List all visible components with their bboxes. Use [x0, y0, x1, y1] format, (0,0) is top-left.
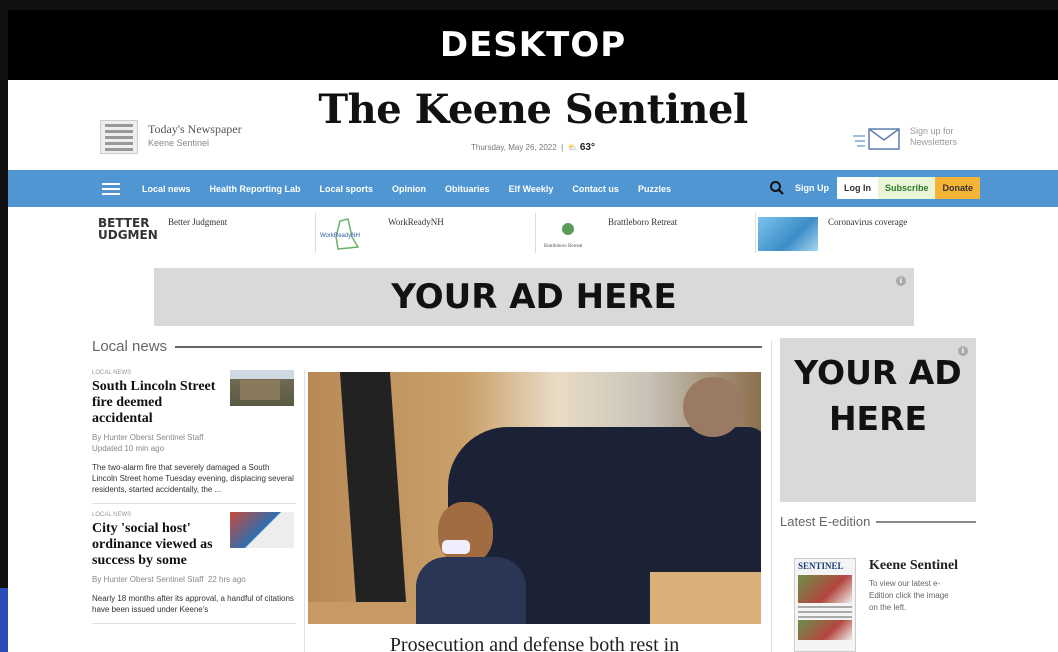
local-news-list: LOCAL NEWS South Lincoln Street fire dee…: [92, 370, 296, 632]
lead-story-headline[interactable]: Prosecution and defense both rest in: [308, 634, 761, 652]
featured-item-brattleboro-retreat[interactable]: Brattleboro Retreat Brattleboro Retreat: [536, 213, 756, 253]
workreadynh-logo: WorkReadyNH: [320, 218, 360, 250]
story-byline: By Hunter Oberst Sentinel Staff 22 hrs a…: [92, 574, 296, 585]
nav-local-sports[interactable]: Local sports: [320, 184, 374, 194]
story-thumbnail[interactable]: [230, 370, 294, 406]
featured-label[interactable]: Better Judgment: [168, 217, 227, 227]
nav-elf-weekly[interactable]: Elf Weekly: [509, 184, 554, 194]
column-divider: [304, 370, 305, 652]
story-headline[interactable]: South Lincoln Street fire deemed acciden…: [92, 379, 216, 427]
better-judgment-logo: BETTER UDGMEN: [98, 216, 158, 242]
eedition-title[interactable]: Keene Sentinel: [869, 558, 958, 574]
nav-health-reporting-lab[interactable]: Health Reporting Lab: [210, 184, 301, 194]
coronavirus-image: [758, 217, 818, 251]
featured-item-coronavirus[interactable]: Coronavirus coverage: [756, 213, 976, 253]
ad-info-icon[interactable]: i: [958, 346, 968, 356]
ad-info-icon[interactable]: i: [896, 276, 906, 286]
eedition-heading: Latest E-edition: [780, 514, 976, 529]
svg-text:Brattleboro Retreat: Brattleboro Retreat: [544, 244, 583, 249]
menu-icon[interactable]: [102, 182, 120, 195]
ad-text: YOUR AD HERE: [794, 353, 962, 438]
section-title[interactable]: Local news: [92, 338, 167, 355]
featured-label[interactable]: Brattleboro Retreat: [608, 217, 677, 227]
envelope-icon[interactable]: [853, 126, 903, 152]
nav-actions: Sign Up Log In Subscribe Donate: [769, 177, 980, 199]
story-updated: 22 hrs ago: [207, 575, 246, 584]
log-in-button[interactable]: Log In: [836, 177, 878, 199]
desktop-banner: DESKTOP: [8, 10, 1058, 80]
story-summary: The two-alarm fire that severely damaged…: [92, 463, 294, 494]
local-news-heading: Local news: [92, 338, 762, 355]
column-divider: [771, 340, 772, 652]
story-updated: Updated 10 min ago: [92, 444, 165, 453]
section-rule: [876, 520, 976, 523]
temperature: 63°: [579, 142, 595, 153]
lead-story-photo[interactable]: [308, 372, 761, 624]
story-item[interactable]: LOCAL NEWS South Lincoln Street fire dee…: [92, 370, 296, 504]
newsletter-signup-link[interactable]: Sign up for Newsletters: [910, 126, 980, 148]
eedition-thumbnail[interactable]: SENTINEL: [794, 558, 856, 652]
nav-local-news[interactable]: Local news: [142, 184, 191, 194]
search-icon[interactable]: [769, 180, 785, 196]
brattleboro-retreat-logo: Brattleboro Retreat: [544, 223, 583, 249]
box-ad[interactable]: YOUR AD HERE i: [780, 338, 976, 502]
current-date: Thursday, May 26, 2022: [471, 143, 557, 152]
svg-text:WorkReadyNH: WorkReadyNH: [320, 233, 360, 239]
nav-opinion[interactable]: Opinion: [392, 184, 426, 194]
ad-text: YOUR AD HERE: [391, 277, 677, 317]
story-byline: By Hunter Oberst Sentinel Staff: [92, 433, 204, 442]
featured-item-workreadynh[interactable]: WorkReadyNH WorkReadyNH: [316, 213, 536, 253]
featured-item-better-judgment[interactable]: BETTER UDGMEN Better Judgment: [96, 213, 316, 253]
section-rule: [175, 345, 762, 348]
featured-label[interactable]: WorkReadyNH: [388, 217, 444, 227]
nav-puzzles[interactable]: Puzzles: [638, 184, 671, 194]
page: Today's Newspaper Keene Sentinel The Kee…: [8, 80, 1058, 652]
story-summary: Nearly 18 months after its approval, a h…: [92, 594, 294, 614]
featured-label[interactable]: Coronavirus coverage: [828, 217, 907, 227]
weather-icon: ⛅: [567, 143, 578, 152]
sign-up-link[interactable]: Sign Up: [795, 183, 829, 193]
eedition-description: To view our latest e-Edition click the i…: [869, 579, 949, 612]
donate-button[interactable]: Donate: [935, 177, 980, 199]
section-title[interactable]: Latest E-edition: [780, 514, 870, 529]
featured-strip: BETTER UDGMEN Better Judgment WorkReadyN…: [96, 213, 976, 253]
story-headline[interactable]: City 'social host' ordinance viewed as s…: [92, 521, 218, 569]
story-item[interactable]: LOCAL NEWS City 'social host' ordinance …: [92, 512, 296, 624]
main-nav: Local news Health Reporting Lab Local sp…: [8, 170, 1058, 207]
edge-decoration: [0, 588, 8, 652]
story-thumbnail[interactable]: [230, 512, 294, 548]
nav-contact-us[interactable]: Contact us: [572, 184, 619, 194]
story-author: By Hunter Oberst Sentinel Staff: [92, 575, 204, 584]
eedition-thumb-masthead: SENTINEL: [798, 561, 844, 571]
nav-obituaries[interactable]: Obituaries: [445, 184, 490, 194]
leaderboard-ad[interactable]: YOUR AD HERE i: [154, 268, 914, 326]
subscribe-button[interactable]: Subscribe: [877, 177, 936, 199]
